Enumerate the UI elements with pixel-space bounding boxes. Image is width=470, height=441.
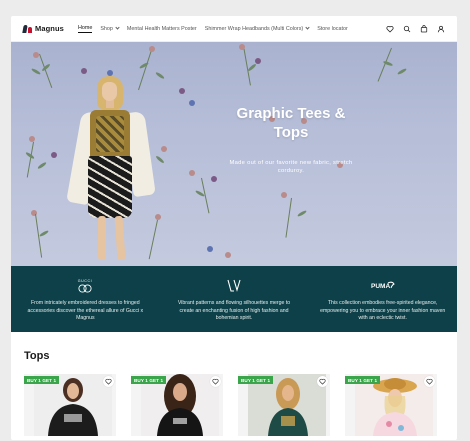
section-title-tops: Tops xyxy=(24,350,50,362)
product-card[interactable]: BUY 1 GET 1 xyxy=(24,374,116,436)
main-nav: Home Shop Mental Health Matters Poster S… xyxy=(77,24,348,33)
puma-logo: PUMA xyxy=(370,277,396,294)
louis-vuitton-logo xyxy=(226,277,242,294)
wishlist-heart-icon[interactable] xyxy=(424,376,435,387)
promo-badge: BUY 1 GET 1 xyxy=(345,376,381,384)
site-logo[interactable]: Magnus xyxy=(23,24,64,33)
promo-badge: BUY 1 GET 1 xyxy=(131,376,167,384)
search-icon[interactable] xyxy=(403,25,411,33)
gucci-logo: GUCCI xyxy=(74,277,96,294)
hero-model-image xyxy=(66,72,176,266)
promo-badge: BUY 1 GET 1 xyxy=(24,376,60,384)
brand-block-gucci: GUCCI From intricately embroidered dress… xyxy=(11,266,160,332)
product-card[interactable]: BUY 1 GET 1 xyxy=(345,374,437,436)
product-card[interactable]: BUY 1 GET 1 xyxy=(131,374,223,436)
brand-description: From intricately embroidered dresses to … xyxy=(27,300,144,322)
logo-text: Magnus xyxy=(35,24,64,33)
nav-item-home[interactable]: Home xyxy=(77,24,93,33)
nav-item-mental-health-poster[interactable]: Mental Health Matters Poster xyxy=(127,26,197,32)
hero-banner[interactable]: Graphic Tees & Tops Made out of our favo… xyxy=(11,42,457,266)
nav-label: Home xyxy=(77,24,93,31)
product-grid: BUY 1 GET 1 BUY 1 GET 1 BUY 1 GET 1 BUY … xyxy=(11,374,457,436)
wishlist-heart-icon[interactable] xyxy=(210,376,221,387)
wishlist-heart-icon[interactable] xyxy=(103,376,114,387)
nav-item-shop[interactable]: Shop xyxy=(100,25,120,32)
hero-subtitle: Made out of our favorite new fabric, str… xyxy=(229,160,353,174)
brand-collaborations-band: GUCCI From intricately embroidered dress… xyxy=(11,266,457,332)
page-frame: Magnus Home Shop Mental Health Matters P… xyxy=(11,16,457,440)
hero-title: Graphic Tees & Tops xyxy=(236,105,346,141)
chevron-down-icon xyxy=(305,25,310,30)
nav-label: Mental Health Matters Poster xyxy=(126,25,197,32)
nav-label: Shimmer Wrap Headbands (Multi Colors) xyxy=(204,25,304,32)
nav-label: Shop xyxy=(100,25,113,32)
brand-block-lv: Vibrant patterns and flowing silhouettes… xyxy=(160,266,309,332)
gucci-logo-wordmark: GUCCI xyxy=(78,279,93,283)
user-icon[interactable] xyxy=(437,25,445,33)
promo-badge: BUY 1 GET 1 xyxy=(238,376,274,384)
logo-mark-icon xyxy=(23,24,32,33)
product-card[interactable]: BUY 1 GET 1 xyxy=(238,374,330,436)
header-actions xyxy=(386,24,445,33)
heart-icon[interactable] xyxy=(386,25,394,33)
brand-block-puma: PUMA This collection embodies free-spiri… xyxy=(308,266,457,332)
nav-item-store-locator[interactable]: Store locator xyxy=(317,26,348,32)
chevron-down-icon xyxy=(115,25,120,30)
site-header: Magnus Home Shop Mental Health Matters P… xyxy=(11,16,457,42)
puma-logo-wordmark: PUMA xyxy=(371,283,390,290)
wishlist-heart-icon[interactable] xyxy=(317,376,328,387)
brand-description: Vibrant patterns and flowing silhouettes… xyxy=(177,300,291,322)
nav-item-shimmer-headbands[interactable]: Shimmer Wrap Headbands (Multi Colors) xyxy=(204,25,310,32)
brand-description: This collection embodies free-spirited e… xyxy=(320,300,446,322)
nav-label: Store locator xyxy=(317,25,348,32)
bag-icon[interactable] xyxy=(420,24,428,33)
